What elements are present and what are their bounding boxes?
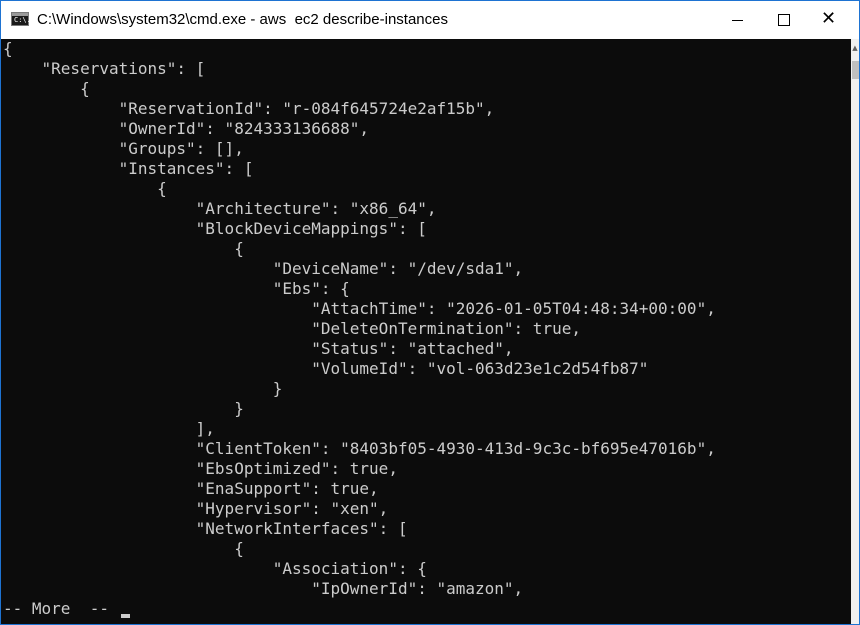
console-line: "Status": "attached", <box>3 339 514 358</box>
more-prompt-text: -- More -- <box>3 599 109 618</box>
close-icon: ✕ <box>821 8 837 29</box>
console-line: } <box>3 399 244 418</box>
console-line: ], <box>3 419 215 438</box>
console-line: { <box>3 39 13 58</box>
console-line: { <box>3 239 244 258</box>
console-line: "DeleteOnTermination": true, <box>3 319 581 338</box>
console-line: "Hypervisor": "xen", <box>3 499 389 518</box>
title-bar[interactable]: C:\. C:\Windows\system32\cmd.exe - aws e… <box>1 1 859 39</box>
console-line: { <box>3 179 167 198</box>
cmd-icon-glyph: C:\. <box>14 16 31 24</box>
console-line: "Groups": [], <box>3 139 244 158</box>
maximize-icon <box>778 14 790 26</box>
console-line: "Reservations": [ <box>3 59 206 78</box>
console-line: "BlockDeviceMappings": [ <box>3 219 427 238</box>
vertical-scrollbar[interactable]: ▲ <box>851 39 859 624</box>
console-line: "Association": { <box>3 559 427 578</box>
console-line: "Ebs": { <box>3 279 350 298</box>
console-line: "ClientToken": "8403bf05-4930-413d-9c3c-… <box>3 439 716 458</box>
text-cursor <box>120 614 130 618</box>
maximize-button[interactable] <box>760 1 806 39</box>
console-line: "Architecture": "x86_64", <box>3 199 437 218</box>
console-text: { "Reservations": [ { "ReservationId": "… <box>3 39 716 599</box>
console-line: "OwnerId": "824333136688", <box>3 119 370 138</box>
console-line: "VolumeId": "vol-063d23e1c2d54fb87" <box>3 359 649 378</box>
window-title: C:\Windows\system32\cmd.exe - aws ec2 de… <box>37 11 448 28</box>
console-line: "IpOwnerId": "amazon", <box>3 579 524 598</box>
console-line: "Instances": [ <box>3 159 254 178</box>
minimize-icon <box>732 20 743 21</box>
cmd-window: C:\. C:\Windows\system32\cmd.exe - aws e… <box>0 0 860 625</box>
console-line: { <box>3 539 244 558</box>
console-line: "EnaSupport": true, <box>3 479 379 498</box>
console-line: { <box>3 79 90 98</box>
console-line: "ReservationId": "r-084f645724e2af15b", <box>3 99 495 118</box>
console-line: "NetworkInterfaces": [ <box>3 519 408 538</box>
console-output[interactable]: { "Reservations": [ { "ReservationId": "… <box>1 39 851 624</box>
console-line: "DeviceName": "/dev/sda1", <box>3 259 524 278</box>
more-prompt: -- More -- <box>3 599 130 619</box>
close-button[interactable]: ✕ <box>806 1 852 39</box>
console-line: "AttachTime": "2026-01-05T04:48:34+00:00… <box>3 299 716 318</box>
scroll-thumb[interactable] <box>852 61 859 79</box>
scroll-up-arrow-icon[interactable]: ▲ <box>851 41 859 55</box>
cmd-icon[interactable]: C:\. <box>11 12 31 26</box>
minimize-button[interactable] <box>714 1 760 39</box>
console-line: "EbsOptimized": true, <box>3 459 398 478</box>
console-line: } <box>3 379 283 398</box>
